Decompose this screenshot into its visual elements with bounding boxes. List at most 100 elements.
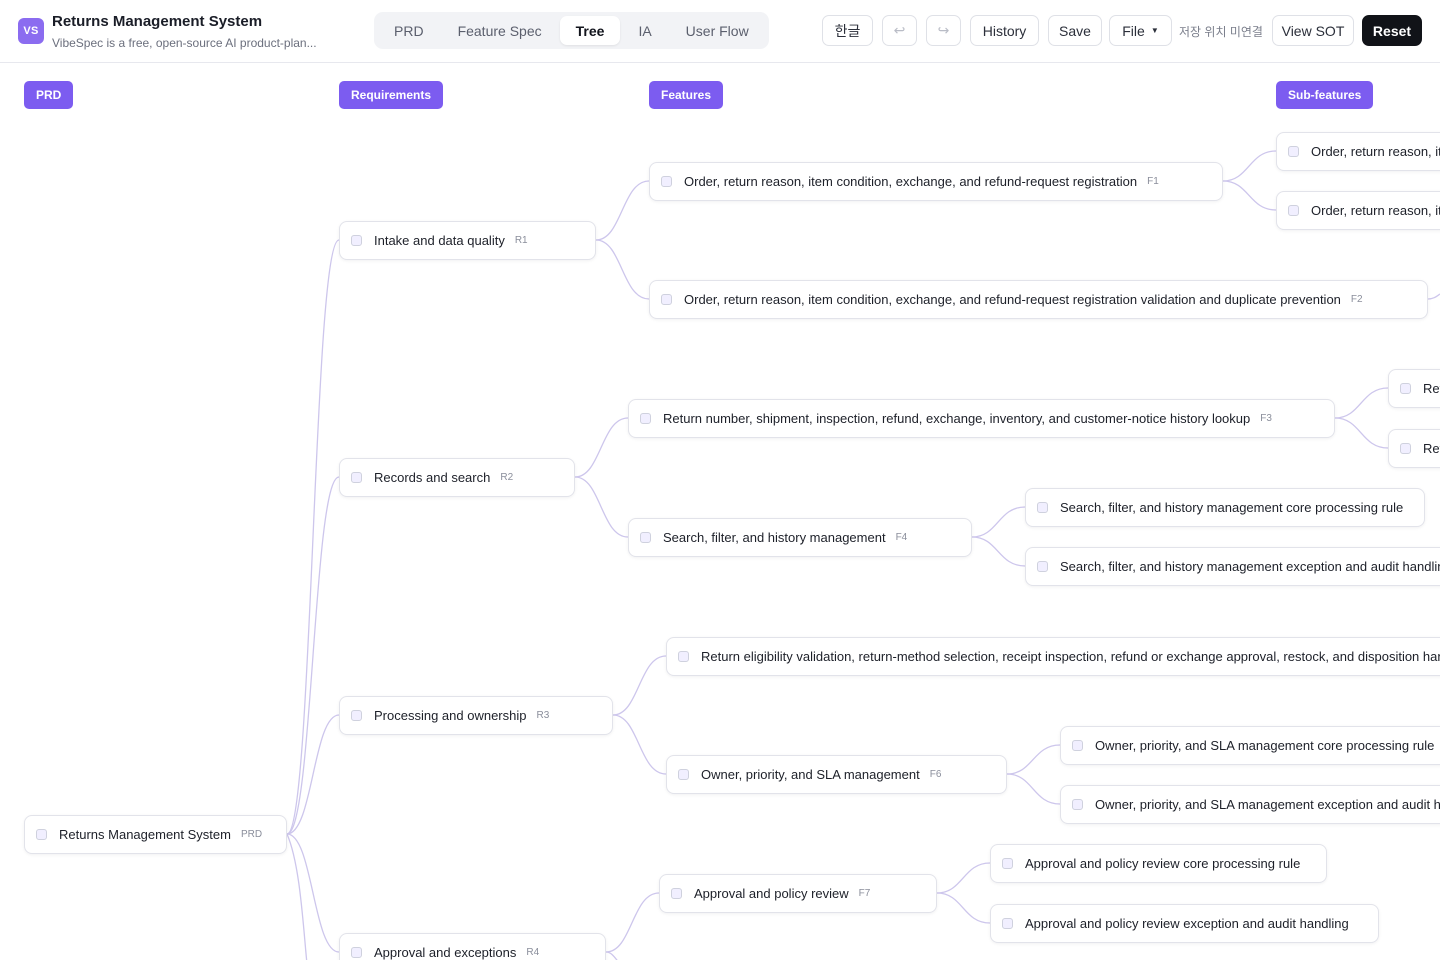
edge [286, 833, 308, 960]
tree-node-feature[interactable]: Return eligibility validation, return-me… [666, 637, 1440, 676]
edge [612, 655, 667, 716]
app-subtitle: VibeSpec is a free, open-source AI produ… [52, 36, 317, 50]
node-checkbox[interactable] [1037, 502, 1048, 513]
tree-node-subfeature[interactable]: Order, return reason, item condition, ex… [1276, 191, 1440, 230]
edge [1006, 744, 1061, 775]
chevron-down-icon: ▼ [1150, 26, 1159, 35]
tree-node-root[interactable]: Returns Management System PRD [24, 815, 287, 854]
tree-node-subfeature[interactable]: Owner, priority, and SLA management exce… [1060, 785, 1440, 824]
edge [1334, 387, 1389, 419]
node-label: Owner, priority, and SLA management exce… [1095, 797, 1440, 812]
language-toggle-button[interactable]: 한글 [822, 15, 873, 46]
node-checkbox[interactable] [1002, 918, 1013, 929]
node-label: Approval and policy review core processi… [1025, 856, 1301, 871]
tree-node-feature[interactable]: Search, filter, and history management F… [628, 518, 972, 557]
node-label: Returns Management System [59, 827, 231, 842]
node-label: Records and search [374, 470, 491, 485]
node-label: Search, filter, and history management e… [1060, 559, 1440, 574]
edge [574, 417, 629, 478]
undo-button[interactable]: ↩ [882, 15, 917, 46]
tree-node-requirement[interactable]: Intake and data quality R1 [339, 221, 596, 260]
tree-node-subfeature[interactable]: Approval and policy review exception and… [990, 904, 1379, 943]
node-checkbox[interactable] [671, 888, 682, 899]
node-checkbox[interactable] [640, 413, 651, 424]
tree-node-subfeature[interactable]: Return number, shipment, inspection, ref… [1388, 429, 1440, 468]
node-checkbox[interactable] [351, 235, 362, 246]
node-checkbox[interactable] [351, 947, 362, 958]
tree-node-feature[interactable]: Return number, shipment, inspection, ref… [628, 399, 1335, 438]
node-checkbox[interactable] [1400, 383, 1411, 394]
node-checkbox[interactable] [1037, 561, 1048, 572]
node-checkbox[interactable] [1288, 205, 1299, 216]
node-label: Return number, shipment, inspection, ref… [1423, 441, 1440, 456]
edge [574, 476, 629, 538]
history-button[interactable]: History [970, 15, 1039, 46]
node-tag: R2 [500, 472, 514, 483]
node-checkbox[interactable] [1072, 740, 1083, 751]
tree-node-requirement[interactable]: Approval and exceptions R4 [339, 933, 606, 960]
tree-node-subfeature[interactable]: Approval and policy review core processi… [990, 844, 1327, 883]
tree-node-subfeature[interactable]: Order, return reason, item condition, ex… [1276, 132, 1440, 171]
view-sot-button[interactable]: View SOT [1272, 15, 1354, 46]
node-checkbox[interactable] [640, 532, 651, 543]
node-tag: F7 [858, 888, 871, 899]
node-checkbox[interactable] [678, 651, 689, 662]
node-label: Order, return reason, item condition, ex… [684, 292, 1341, 307]
node-checkbox[interactable] [351, 472, 362, 483]
file-menu-button[interactable]: File ▼ [1109, 15, 1172, 46]
node-tag: R3 [536, 710, 550, 721]
edge [971, 506, 1026, 538]
reset-button[interactable]: Reset [1362, 15, 1422, 46]
tree-node-subfeature[interactable]: Return number, shipment, inspection, ref… [1388, 369, 1440, 408]
node-checkbox[interactable] [678, 769, 689, 780]
node-label: Search, filter, and history management [663, 530, 886, 545]
node-label: Owner, priority, and SLA management [701, 767, 920, 782]
save-location-status: 저장 위치 미연결 [1179, 25, 1263, 39]
node-label: Owner, priority, and SLA management core… [1095, 738, 1435, 753]
tab-prd[interactable]: PRD [378, 16, 440, 45]
node-label: Return eligibility validation, return-me… [701, 649, 1440, 664]
tree-node-requirement[interactable]: Records and search R2 [339, 458, 575, 497]
redo-button[interactable]: ↪ [926, 15, 961, 46]
edge [936, 892, 991, 924]
column-header-requirements: Requirements [339, 81, 444, 109]
node-label: Approval and exceptions [374, 945, 517, 960]
node-tag: F6 [929, 769, 942, 780]
tree-canvas[interactable]: PRD Requirements Features Sub-features R… [0, 64, 1440, 960]
tab-user-flow[interactable]: User Flow [670, 16, 765, 45]
edge [1222, 150, 1277, 182]
tree-node-feature[interactable]: Order, return reason, item condition, ex… [649, 280, 1428, 319]
tab-feature-spec[interactable]: Feature Spec [442, 16, 558, 45]
node-label: Intake and data quality [374, 233, 505, 248]
node-tag: R1 [514, 235, 528, 246]
tab-ia[interactable]: IA [622, 16, 667, 45]
node-checkbox[interactable] [36, 829, 47, 840]
node-checkbox[interactable] [1288, 146, 1299, 157]
save-button[interactable]: Save [1048, 15, 1102, 46]
node-checkbox[interactable] [1002, 858, 1013, 869]
edge [612, 714, 667, 775]
tree-node-feature[interactable]: Owner, priority, and SLA management F6 [666, 755, 1007, 794]
node-checkbox[interactable] [661, 294, 672, 305]
tree-node-requirement[interactable]: Processing and ownership R3 [339, 696, 613, 735]
redo-icon: ↪ [937, 22, 950, 38]
tab-tree[interactable]: Tree [559, 16, 621, 45]
edge [286, 714, 340, 835]
node-label: Search, filter, and history management c… [1060, 500, 1404, 515]
node-checkbox[interactable] [661, 176, 672, 187]
node-checkbox[interactable] [1072, 799, 1083, 810]
edge [595, 239, 650, 300]
edge [286, 239, 340, 835]
column-header-subfeatures: Sub-features [1276, 81, 1374, 109]
app-logo: VS [18, 18, 44, 44]
node-checkbox[interactable] [351, 710, 362, 721]
tree-node-feature[interactable]: Approval and policy review F7 [659, 874, 937, 913]
tree-node-subfeature[interactable]: Owner, priority, and SLA management core… [1060, 726, 1440, 765]
node-label: Order, return reason, item condition, ex… [1311, 144, 1440, 159]
app-header: VS Returns Management System VibeSpec is… [0, 0, 1440, 63]
node-checkbox[interactable] [1400, 443, 1411, 454]
tree-node-feature[interactable]: Order, return reason, item condition, ex… [649, 162, 1223, 201]
tree-node-subfeature[interactable]: Search, filter, and history management c… [1025, 488, 1425, 527]
tree-node-subfeature[interactable]: Search, filter, and history management e… [1025, 547, 1440, 586]
node-label: Return number, shipment, inspection, ref… [663, 411, 1251, 426]
